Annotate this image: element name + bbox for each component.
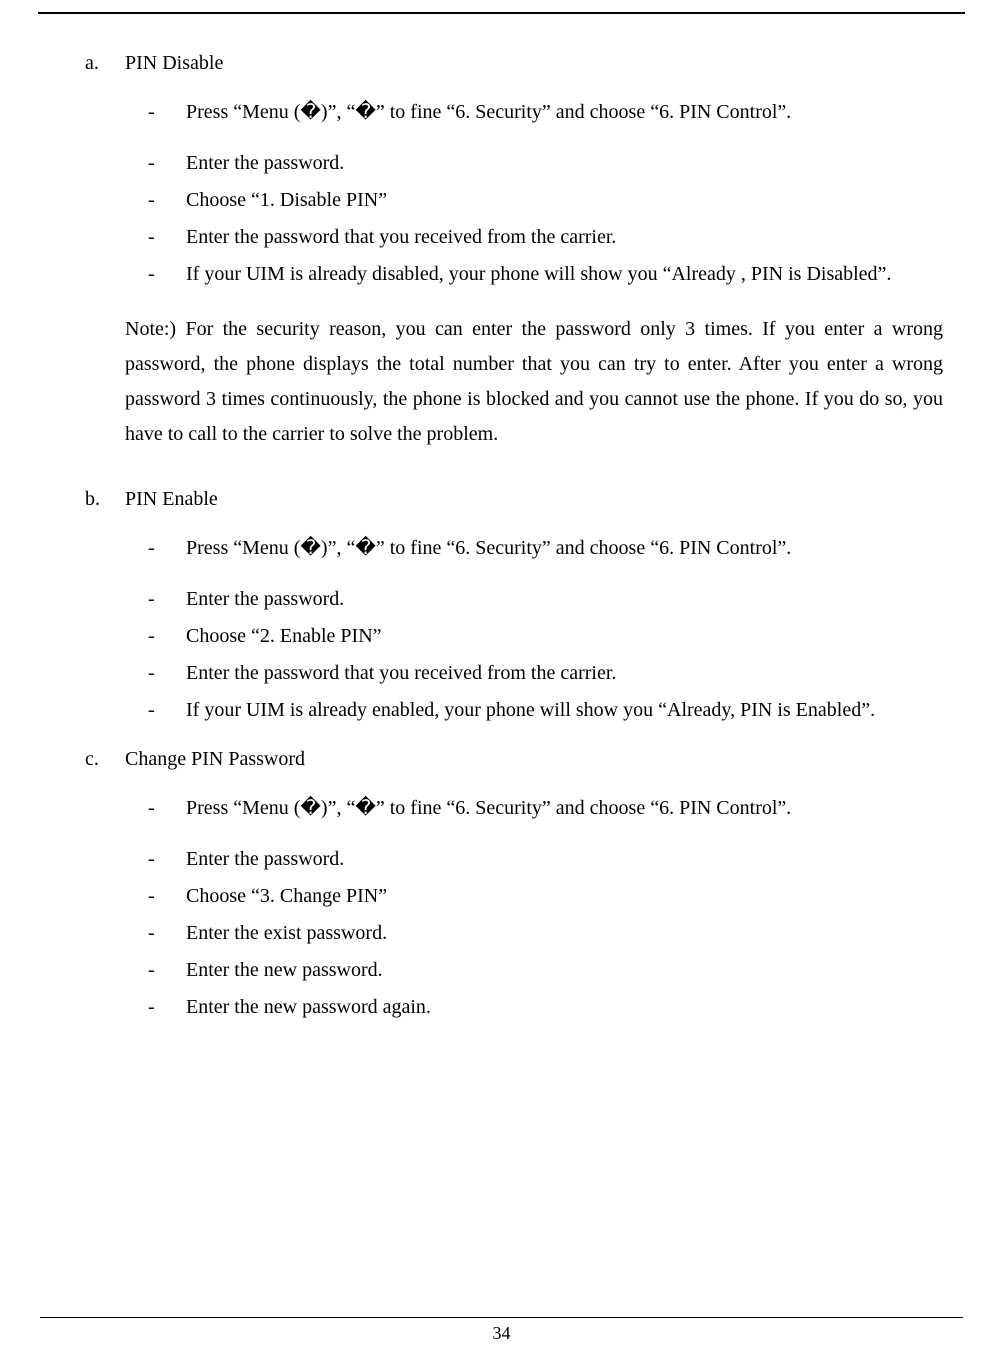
section-title: PIN Enable: [125, 486, 218, 513]
step-text: Choose “2. Enable PIN”: [186, 623, 943, 650]
note-paragraph: Note:) For the security reason, you can …: [125, 312, 943, 452]
section-heading: c. Change PIN Password: [85, 746, 943, 773]
section-b: b. PIN Enable -Press “Menu (�)”, “�” to …: [85, 486, 943, 724]
step-text: Choose “3. Change PIN”: [186, 883, 943, 910]
dash-icon: -: [143, 994, 186, 1021]
step-text: Enter the new password again.: [186, 994, 943, 1021]
page: a. PIN Disable -Press “Menu (�)”, “�” to…: [0, 0, 1003, 1352]
section-letter: c.: [85, 746, 125, 773]
list-item: -Enter the password that you received fr…: [143, 224, 943, 251]
top-rule: [38, 12, 965, 14]
dash-icon: -: [143, 261, 186, 288]
step-text: Enter the password.: [186, 586, 943, 613]
section-title: PIN Disable: [125, 50, 223, 77]
steps-list: -Press “Menu (�)”, “�” to fine “6. Secur…: [143, 795, 943, 1021]
dash-icon: -: [143, 795, 186, 822]
dash-icon: -: [143, 623, 186, 650]
list-item: -Press “Menu (�)”, “�” to fine “6. Secur…: [143, 535, 943, 562]
list-item: -Choose “3. Change PIN”: [143, 883, 943, 910]
dash-icon: -: [143, 99, 186, 126]
page-number: 34: [0, 1323, 1003, 1344]
step-text: If your UIM is already enabled, your pho…: [186, 697, 943, 724]
list-item: -Enter the password.: [143, 846, 943, 873]
dash-icon: -: [143, 957, 186, 984]
step-text: Choose “1. Disable PIN”: [186, 187, 943, 214]
section-title: Change PIN Password: [125, 746, 305, 773]
dash-icon: -: [143, 224, 186, 251]
dash-icon: -: [143, 187, 186, 214]
step-text: Press “Menu (�)”, “�” to fine “6. Securi…: [186, 795, 943, 822]
section-letter: a.: [85, 50, 125, 77]
step-text: Enter the password that you received fro…: [186, 660, 943, 687]
list-item: -Enter the exist password.: [143, 920, 943, 947]
section-a: a. PIN Disable -Press “Menu (�)”, “�” to…: [85, 50, 943, 288]
list-item: -If your UIM is already enabled, your ph…: [143, 697, 943, 724]
dash-icon: -: [143, 660, 186, 687]
bottom-rule: [40, 1317, 963, 1318]
steps-list: -Press “Menu (�)”, “�” to fine “6. Secur…: [143, 535, 943, 724]
dash-icon: -: [143, 883, 186, 910]
list-item: -Enter the new password again.: [143, 994, 943, 1021]
dash-icon: -: [143, 920, 186, 947]
dash-icon: -: [143, 535, 186, 562]
dash-icon: -: [143, 697, 186, 724]
steps-list: -Press “Menu (�)”, “�” to fine “6. Secur…: [143, 99, 943, 288]
step-text: Enter the password.: [186, 846, 943, 873]
list-item: -Press “Menu (�)”, “�” to fine “6. Secur…: [143, 795, 943, 822]
step-text: Enter the password that you received fro…: [186, 224, 943, 251]
section-letter: b.: [85, 486, 125, 513]
dash-icon: -: [143, 586, 186, 613]
list-item: -Enter the password.: [143, 586, 943, 613]
step-text: If your UIM is already disabled, your ph…: [186, 261, 943, 288]
step-text: Press “Menu (�)”, “�” to fine “6. Securi…: [186, 99, 943, 126]
dash-icon: -: [143, 150, 186, 177]
step-text: Press “Menu (�)”, “�” to fine “6. Securi…: [186, 535, 943, 562]
content: a. PIN Disable -Press “Menu (�)”, “�” to…: [85, 46, 943, 1043]
list-item: -Enter the password that you received fr…: [143, 660, 943, 687]
step-text: Enter the new password.: [186, 957, 943, 984]
list-item: -Choose “1. Disable PIN”: [143, 187, 943, 214]
list-item: -If your UIM is already disabled, your p…: [143, 261, 943, 288]
list-item: -Choose “2. Enable PIN”: [143, 623, 943, 650]
step-text: Enter the password.: [186, 150, 943, 177]
list-item: -Enter the new password.: [143, 957, 943, 984]
dash-icon: -: [143, 846, 186, 873]
section-c: c. Change PIN Password -Press “Menu (�)”…: [85, 746, 943, 1021]
section-heading: b. PIN Enable: [85, 486, 943, 513]
step-text: Enter the exist password.: [186, 920, 943, 947]
section-heading: a. PIN Disable: [85, 50, 943, 77]
list-item: -Press “Menu (�)”, “�” to fine “6. Secur…: [143, 99, 943, 126]
list-item: -Enter the password.: [143, 150, 943, 177]
